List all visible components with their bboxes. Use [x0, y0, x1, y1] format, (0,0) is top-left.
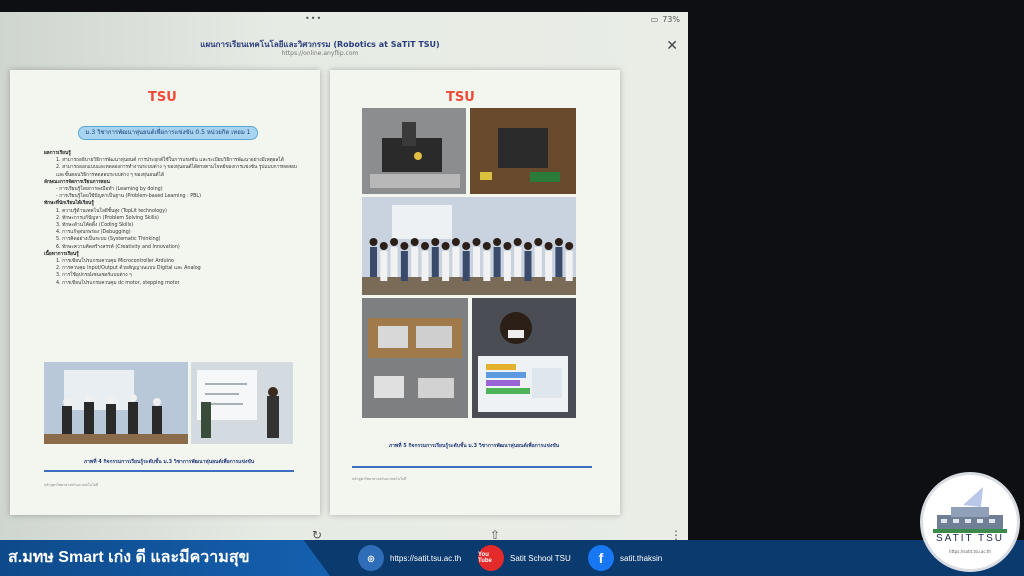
youtube-icon: You Tube [478, 545, 504, 571]
section-item: 1. สามารถอธิบายวิธีการพัฒนาหุ่นยนต์ การป… [56, 158, 284, 164]
close-button[interactable]: ✕ [666, 38, 678, 54]
school-badge: SATIT TSU https://satit.tsu.ac.th [920, 472, 1020, 572]
page-divider [44, 470, 294, 472]
robot-photo-2 [470, 108, 576, 194]
section-item: 2. สามารถออกแบบและทดลองการทำงานระบบต่าง … [56, 165, 297, 178]
badge-name: SATIT TSU [935, 533, 1004, 544]
section-heading: ผลการเรียนรู้ [44, 151, 71, 156]
battery-level: 73% [662, 15, 680, 24]
flipbook-page-left[interactable]: TSU ม.3 วิชาการพัฒนาหุ่นยนต์เพื่อการแข่ง… [10, 70, 320, 515]
school-building-icon [933, 487, 1007, 533]
section-item: 2. การควบคุม Input/Output ด้วยสัญญาณแบบ … [56, 266, 201, 272]
course-description: ผลการเรียนรู้ 1. สามารถอธิบายวิธีการพัฒนา… [44, 150, 304, 287]
page-divider [352, 466, 592, 468]
multitask-dots[interactable]: ••• [305, 14, 322, 23]
section-item: 4. การเขียนโปรแกรมควบคุม dc motor, stepp… [56, 280, 180, 286]
tsu-logo: TSU [148, 90, 177, 105]
badge-url: https://satit.tsu.ac.th [949, 549, 991, 554]
section-item: 5. การคิดอย่างเป็นระบบ (Systematic Think… [56, 237, 161, 243]
activity-photo-whiteboard [191, 362, 293, 444]
facebook-icon: f [588, 545, 614, 571]
globe-icon: ◎ [358, 545, 384, 571]
youtube-link[interactable]: You Tube Satit School TSU [478, 545, 571, 571]
tsu-logo: TSU [446, 90, 475, 105]
section-item: - การเรียนรู้โดยใช้ปัญหาเป็นฐาน (Problem… [56, 194, 201, 200]
school-slogan: ส.มทษ Smart เก่ง ดี และมีความสุข [0, 540, 330, 576]
section-item: 1. การเขียนโปรแกรมควบคุม Microcontroller… [56, 259, 174, 265]
group-photo [362, 197, 576, 295]
section-heading: ลักษณะการจัดการเรียนการสอน [44, 179, 110, 185]
section-item: 4. การแก้จุดบกพร่อง (Debugging) [56, 230, 131, 236]
robot-kit-photo [362, 298, 468, 418]
figure-caption-4: ภาพที่ 4 กิจกรรมการเรียนรู้ระดับชั้น ม.3… [83, 459, 255, 465]
figure-caption-5: ภาพที่ 5 กิจกรรมการเรียนรู้ระดับชั้น ม.3… [388, 443, 560, 449]
section-item: 3. ทักษะด้านโค้ดดิ้ง (Coding Skills) [56, 223, 134, 229]
flipbook-page-right[interactable]: TSU ภาพที่ 5 กิจกรรมการเรียนรู้ระดับชั้น… [330, 70, 620, 515]
battery-icon: ▭ [650, 15, 659, 24]
website-link[interactable]: ◎ https://satit.tsu.ac.th [358, 545, 461, 571]
course-banner: ม.3 วิชาการพัฒนาหุ่นยนต์เพื่อการแข่งขัน … [78, 126, 258, 140]
tablet-screen: ••• ▭ 73% แผนการเรียนเทคโนโลยีและวิศวกรร… [0, 12, 688, 542]
section-item: 6. ทักษะความคิดสร้างสรรค์ (Creativity an… [56, 244, 180, 250]
activity-photo-presentation [44, 362, 188, 444]
student-coding-photo [472, 298, 576, 418]
section-item: - การเรียนรู้โดยการลงมือทำ (Learning by … [56, 187, 163, 193]
section-heading: เนื้อหาการเรียนรู้ [44, 251, 79, 257]
robot-photo-1 [362, 108, 466, 194]
section-item: 1. ความรู้ด้านเทคโนโลยีชั้นสูง (TopLit t… [56, 208, 167, 214]
section-item: 2. ทักษะการแก้ปัญหา (Problem Solving Ski… [56, 215, 159, 221]
section-item: 3. การใช้อุปกรณ์เซนเซอร์แบบต่าง ๆ [56, 273, 132, 279]
page-footer: หลักสูตรวิทยาศาสตร์และเทคโนโลยี [44, 483, 99, 487]
status-bar: ••• ▭ 73% [0, 14, 688, 28]
section-heading: ทักษะที่นักเรียนได้เรียนรู้ [44, 201, 94, 207]
facebook-link[interactable]: f satit.thaksin [588, 545, 662, 571]
document-url[interactable]: https://online.anyflip.com [150, 50, 490, 57]
page-footer: หลักสูตรวิทยาศาสตร์และเทคโนโลยี [352, 477, 407, 481]
